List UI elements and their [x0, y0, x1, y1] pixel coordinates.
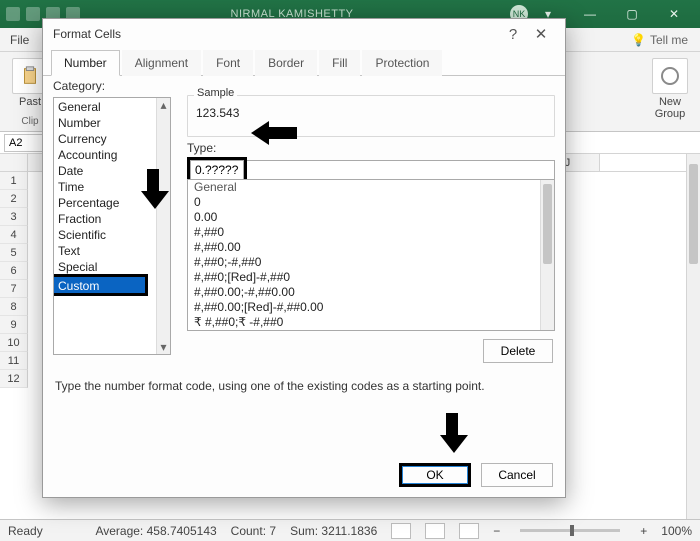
format-help-text: Type the number format code, using one o… — [55, 379, 553, 393]
tab-border[interactable]: Border — [255, 50, 317, 76]
list-item-custom[interactable]: Custom — [54, 277, 145, 293]
dialog-tabs: Number Alignment Font Border Fill Protec… — [43, 49, 565, 76]
dialog-help-button[interactable]: ? — [499, 20, 527, 48]
list-item[interactable]: ₹ #,##0;₹ -#,##0 — [188, 315, 554, 330]
cancel-button[interactable]: Cancel — [481, 463, 553, 487]
list-item[interactable]: ₹ #,##0;[Red]₹ -#,##0 — [188, 330, 554, 331]
type-scrollbar[interactable] — [540, 180, 554, 330]
sample-label: Sample — [194, 87, 237, 99]
list-item[interactable]: General — [188, 180, 554, 195]
list-item[interactable]: Accounting — [54, 146, 170, 162]
list-item[interactable]: #,##0;-#,##0 — [188, 255, 554, 270]
dialog-close-button[interactable]: ✕ — [527, 20, 555, 48]
list-item[interactable]: #,##0.00;[Red]-#,##0.00 — [188, 300, 554, 315]
list-item[interactable]: Number — [54, 114, 170, 130]
list-item[interactable]: #,##0 — [188, 225, 554, 240]
type-input[interactable] — [190, 160, 244, 180]
tab-font[interactable]: Font — [203, 50, 253, 76]
annotation-arrow-down-icon — [440, 413, 464, 453]
ok-button[interactable]: OK — [399, 463, 471, 487]
delete-button[interactable]: Delete — [483, 339, 553, 363]
list-item[interactable]: 0 — [188, 195, 554, 210]
category-scrollbar[interactable]: ▴ ▾ — [156, 98, 170, 354]
sample-value: 123.543 — [196, 106, 546, 120]
tab-number[interactable]: Number — [51, 50, 120, 76]
list-item[interactable]: General — [54, 98, 170, 114]
type-label: Type: — [187, 141, 555, 155]
list-item[interactable]: Special — [54, 258, 170, 274]
type-options-listbox[interactable]: General 0 0.00 #,##0 #,##0.00 #,##0;-#,#… — [187, 179, 555, 331]
sample-box: Sample 123.543 — [187, 95, 555, 137]
dialog-title: Format Cells — [53, 27, 121, 41]
scroll-down-icon[interactable]: ▾ — [157, 340, 170, 354]
list-item[interactable]: #,##0.00 — [188, 240, 554, 255]
list-item[interactable]: Scientific — [54, 226, 170, 242]
list-item[interactable]: #,##0.00;-#,##0.00 — [188, 285, 554, 300]
annotation-arrow-down-icon — [141, 169, 165, 209]
annotation-arrow-left-icon — [251, 122, 297, 144]
tab-fill[interactable]: Fill — [319, 50, 360, 76]
list-item[interactable]: Text — [54, 242, 170, 258]
tab-protection[interactable]: Protection — [362, 50, 442, 76]
category-listbox[interactable]: General Number Currency Accounting Date … — [53, 97, 171, 355]
list-item[interactable]: 0.00 — [188, 210, 554, 225]
format-cells-dialog: Format Cells ? ✕ Number Alignment Font B… — [42, 18, 566, 498]
list-item[interactable]: Fraction — [54, 210, 170, 226]
list-item[interactable]: Currency — [54, 130, 170, 146]
scroll-up-icon[interactable]: ▴ — [157, 98, 170, 112]
type-input-extension[interactable] — [247, 160, 555, 180]
category-label: Category: — [53, 79, 555, 93]
tab-alignment[interactable]: Alignment — [122, 50, 201, 76]
list-item[interactable]: #,##0;[Red]-#,##0 — [188, 270, 554, 285]
dialog-backdrop: Format Cells ? ✕ Number Alignment Font B… — [0, 0, 700, 541]
